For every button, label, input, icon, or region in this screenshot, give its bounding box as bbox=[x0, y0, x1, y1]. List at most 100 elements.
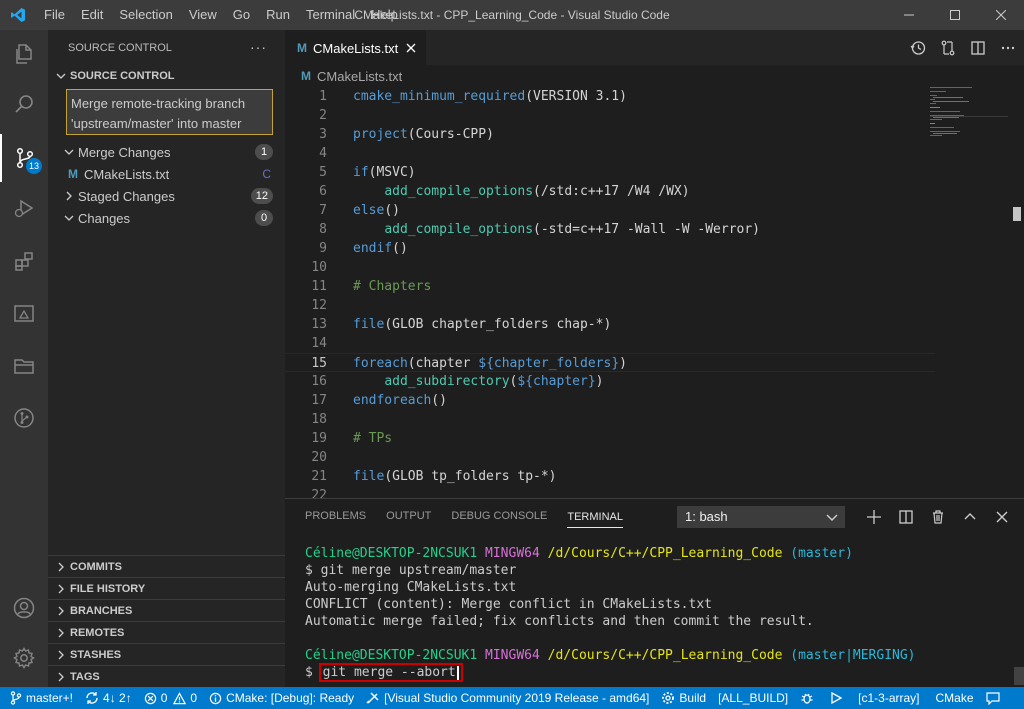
more-actions-icon[interactable]: ··· bbox=[250, 39, 267, 55]
code-line[interactable]: 13 file(GLOB chapter_folders chap-*) bbox=[285, 315, 935, 334]
code-line[interactable]: 16 add_subdirectory(${chapter}) bbox=[285, 372, 935, 391]
code-line[interactable]: 2 bbox=[285, 106, 935, 125]
tags-section[interactable]: TAGS bbox=[48, 665, 285, 687]
build-button[interactable]: Build bbox=[655, 687, 712, 709]
remotes-section[interactable]: REMOTES bbox=[48, 621, 285, 643]
tab-problems[interactable]: PROBLEMS bbox=[305, 499, 366, 534]
source-control-section-header[interactable]: SOURCE CONTROL bbox=[48, 65, 285, 87]
staged-changes-group[interactable]: Staged Changes 12 bbox=[48, 185, 285, 207]
merge-file-item[interactable]: M CMakeLists.txt C bbox=[48, 163, 285, 185]
feedback-button[interactable] bbox=[980, 687, 1010, 709]
code-line[interactable]: 4 bbox=[285, 144, 935, 163]
close-window-button[interactable] bbox=[978, 0, 1024, 30]
line-number: 5 bbox=[319, 165, 327, 180]
explorer-button[interactable] bbox=[0, 30, 48, 78]
section-label: STASHES bbox=[70, 648, 122, 661]
minimap[interactable] bbox=[930, 87, 1010, 147]
changes-group[interactable]: Changes 0 bbox=[48, 207, 285, 229]
code-line[interactable]: 8 add_compile_options(-std=c++17 -Wall -… bbox=[285, 220, 935, 239]
close-tab-icon[interactable] bbox=[406, 43, 416, 53]
maximize-button[interactable] bbox=[932, 0, 978, 30]
breadcrumb[interactable]: M CMakeLists.txt bbox=[285, 65, 1024, 87]
code-line[interactable]: 6 add_compile_options(/std:c++17 /W4 /WX… bbox=[285, 182, 935, 201]
terminal-selector[interactable]: 1: bash bbox=[677, 506, 845, 528]
split-terminal-icon[interactable] bbox=[898, 509, 914, 525]
terminal-scrollbar[interactable] bbox=[1014, 667, 1024, 685]
code-line[interactable]: 5 if(MSVC) bbox=[285, 163, 935, 182]
editor-scrollbar[interactable] bbox=[1010, 87, 1024, 498]
remote-explorer-button[interactable] bbox=[0, 290, 48, 338]
menu-terminal[interactable]: Terminal bbox=[298, 0, 363, 30]
minimize-button[interactable] bbox=[886, 0, 932, 30]
run-button[interactable] bbox=[824, 687, 852, 709]
stashes-section[interactable]: STASHES bbox=[48, 643, 285, 665]
code-line[interactable]: 19 # TPs bbox=[285, 429, 935, 448]
code-line[interactable]: 15 foreach(chapter ${chapter_folders}) bbox=[285, 353, 935, 372]
maximize-panel-icon[interactable] bbox=[962, 509, 978, 525]
timeline-icon[interactable] bbox=[910, 40, 926, 56]
prompt-user: Céline@DESKTOP-2NCSUK1 bbox=[305, 648, 478, 663]
line-number: 16 bbox=[311, 374, 327, 389]
tab-output[interactable]: OUTPUT bbox=[386, 499, 431, 534]
terminal-input-line[interactable]: $ git merge --abort bbox=[305, 663, 916, 682]
launch-target[interactable]: [c1-3-array] bbox=[852, 687, 925, 709]
menu-run[interactable]: Run bbox=[258, 0, 298, 30]
code-line[interactable]: 12 bbox=[285, 296, 935, 315]
menu-edit[interactable]: Edit bbox=[73, 0, 111, 30]
terminal-output[interactable]: Céline@DESKTOP-2NCSUK1 MINGW64 /d/Cours/… bbox=[305, 545, 916, 682]
manage-button[interactable] bbox=[0, 634, 48, 682]
branch-status[interactable]: master+! bbox=[0, 687, 79, 709]
sync-icon bbox=[86, 692, 98, 704]
cmake-kit[interactable]: [Visual Studio Community 2019 Release - … bbox=[360, 687, 655, 709]
tab-terminal[interactable]: TERMINAL bbox=[567, 506, 623, 528]
accounts-button[interactable] bbox=[0, 584, 48, 632]
code-editor[interactable]: 1 cmake_minimum_required(VERSION 3.1) 2 3 pr… bbox=[285, 87, 935, 505]
search-button[interactable] bbox=[0, 80, 48, 128]
open-changes-icon[interactable] bbox=[940, 40, 956, 56]
build-target[interactable]: [ALL_BUILD] bbox=[712, 687, 794, 709]
tab-debug-console[interactable]: DEBUG CONSOLE bbox=[451, 499, 547, 534]
chevron-right-icon bbox=[54, 560, 68, 574]
sync-status[interactable]: 4↓ 2↑ bbox=[79, 687, 138, 709]
menu-help[interactable]: Help bbox=[363, 0, 406, 30]
terminal-cursor bbox=[456, 665, 459, 680]
code-line[interactable]: 10 bbox=[285, 258, 935, 277]
branches-section[interactable]: BRANCHES bbox=[48, 599, 285, 621]
cmake-status[interactable]: CMake: [Debug]: Ready bbox=[203, 687, 360, 709]
debug-button[interactable] bbox=[794, 687, 824, 709]
split-editor-icon[interactable] bbox=[970, 40, 986, 56]
commit-message-input[interactable]: Merge remote-tracking branch 'upstream/m… bbox=[66, 89, 273, 135]
code-line[interactable]: 1 cmake_minimum_required(VERSION 3.1) bbox=[285, 87, 935, 106]
trash-icon[interactable] bbox=[930, 509, 946, 525]
menu-go[interactable]: Go bbox=[225, 0, 258, 30]
code-line[interactable]: 20 bbox=[285, 448, 935, 467]
code-line[interactable]: 17 endforeach() bbox=[285, 391, 935, 410]
merge-changes-group[interactable]: Merge Changes 1 bbox=[48, 141, 285, 163]
problems-status[interactable]: 0 0 bbox=[138, 687, 203, 709]
code-line[interactable]: 21 file(GLOB tp_folders tp-*) bbox=[285, 467, 935, 486]
source-control-button[interactable]: 13 bbox=[0, 134, 48, 182]
extensions-button[interactable] bbox=[0, 238, 48, 286]
code-line[interactable]: 7 else() bbox=[285, 201, 935, 220]
play-icon bbox=[831, 692, 843, 704]
code-line[interactable]: 9 endif() bbox=[285, 239, 935, 258]
more-actions-icon[interactable] bbox=[1000, 40, 1016, 56]
menu-file[interactable]: File bbox=[36, 0, 73, 30]
tab-cmakelists[interactable]: M CMakeLists.txt bbox=[285, 30, 427, 65]
folder-view-button[interactable] bbox=[0, 342, 48, 390]
close-panel-icon[interactable] bbox=[994, 509, 1010, 525]
code-line[interactable]: 11 # Chapters bbox=[285, 277, 935, 296]
new-terminal-icon[interactable] bbox=[866, 509, 882, 525]
code-line[interactable]: 18 bbox=[285, 410, 935, 429]
menu-selection[interactable]: Selection bbox=[111, 0, 180, 30]
commits-section[interactable]: COMMITS bbox=[48, 555, 285, 577]
code-line[interactable]: 3 project(Cours-CPP) bbox=[285, 125, 935, 144]
language-mode[interactable]: CMake bbox=[926, 687, 980, 709]
code-text: else() bbox=[353, 203, 400, 218]
file-history-section[interactable]: FILE HISTORY bbox=[48, 577, 285, 599]
git-graph-button[interactable] bbox=[0, 394, 48, 442]
code-line[interactable]: 14 bbox=[285, 334, 935, 353]
section-title: SOURCE CONTROL bbox=[70, 70, 175, 82]
menu-view[interactable]: View bbox=[181, 0, 225, 30]
run-debug-button[interactable] bbox=[0, 184, 48, 232]
